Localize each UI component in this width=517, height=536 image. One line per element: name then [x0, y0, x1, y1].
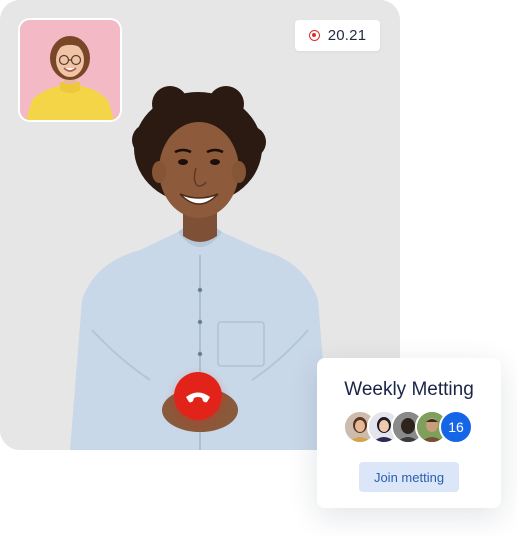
call-timer: 20.21 [295, 20, 380, 51]
local-participant-video [20, 20, 120, 120]
phone-hangup-icon [186, 392, 210, 403]
participant-count-badge[interactable]: 16 [439, 410, 473, 444]
meeting-title: Weekly Metting [344, 379, 474, 400]
call-duration: 20.21 [327, 27, 367, 44]
end-call-button[interactable] [174, 372, 222, 420]
video-call-scene: 20.21 Weekly Metting 16 Join metting [0, 0, 517, 536]
self-view-thumbnail[interactable] [20, 20, 120, 120]
meeting-card: Weekly Metting 16 Join metting [317, 358, 501, 508]
participant-avatars: 16 [343, 410, 478, 444]
record-icon [308, 30, 320, 41]
join-meeting-button[interactable]: Join metting [359, 462, 459, 492]
